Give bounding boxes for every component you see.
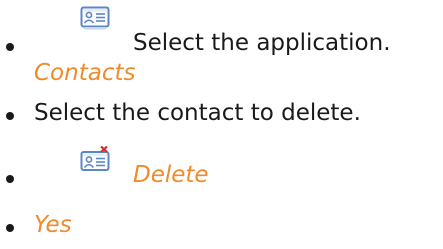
bullet — [6, 175, 14, 183]
delete-contact-icon — [80, 146, 110, 172]
bullet — [6, 43, 14, 51]
instruction-list: Select the application. Contacts Select … — [0, 0, 443, 249]
list-item-confirm: Yes — [0, 203, 443, 247]
contact-card-icon — [80, 6, 110, 30]
list-item-select-contact: Select the contact to delete. — [0, 91, 443, 135]
delete-label: Delete — [133, 162, 209, 188]
yes-label: Yes — [34, 212, 72, 238]
step-text: Select the contact to delete. — [34, 100, 361, 126]
bullet — [6, 224, 14, 232]
list-item-select-application: Select the application. Contacts — [0, 0, 443, 90]
bullet — [6, 112, 14, 120]
step-text: Select the application. — [133, 30, 391, 56]
application-name: Contacts — [34, 60, 136, 86]
list-item-delete: Delete — [0, 137, 443, 199]
